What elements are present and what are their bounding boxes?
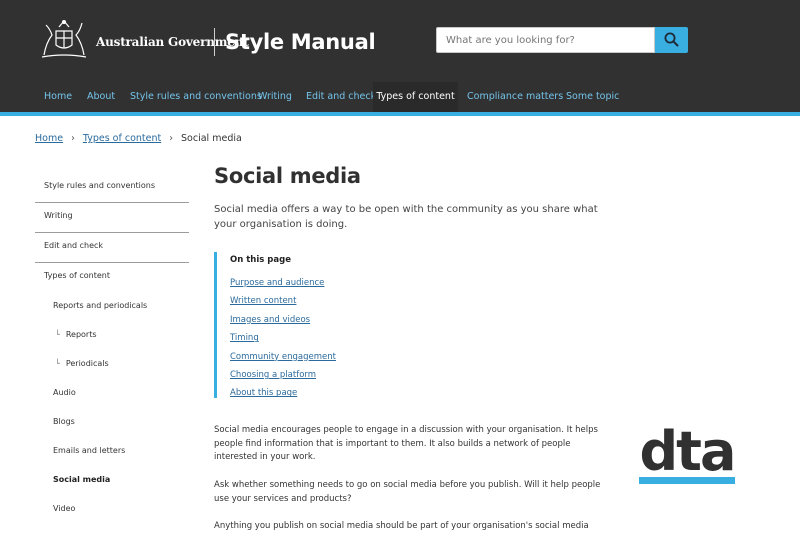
header-accent-bar [0, 112, 800, 116]
toc-link-timing[interactable]: Timing [230, 331, 594, 349]
sidebar-item-label: Reports [65, 330, 97, 339]
dta-logo-bar [639, 477, 735, 484]
coat-of-arms-icon [41, 20, 87, 58]
search-button[interactable] [655, 27, 688, 53]
site-header: Australian Government Style Manual Home … [0, 0, 800, 116]
search-input[interactable] [436, 27, 655, 53]
header-divider [214, 28, 215, 56]
page-title: Social media [214, 164, 361, 188]
search-icon [664, 32, 679, 47]
site-title[interactable]: Style Manual [225, 30, 376, 54]
sidebar-item-video[interactable]: Video [35, 496, 189, 525]
nav-compliance-matters[interactable]: Compliance matters [467, 82, 563, 112]
nav-edit-and-check[interactable]: Edit and check [306, 82, 376, 112]
indent-icon: └ [55, 330, 60, 339]
breadcrumb: Home › Types of content › Social media [35, 133, 242, 144]
breadcrumb-separator: › [71, 133, 75, 144]
toc-link-written-content[interactable]: Written content [230, 294, 594, 312]
nav-style-rules[interactable]: Style rules and conventions [130, 82, 262, 112]
body-paragraph: Anything you publish on social media sho… [214, 521, 589, 531]
on-this-page-title: On this page [230, 255, 291, 265]
lead-paragraph: Social media offers a way to be open wit… [214, 204, 598, 230]
toc-link-images-and-videos[interactable]: Images and videos [230, 313, 594, 331]
dta-logo-text: dta [640, 420, 735, 483]
sidebar-nav: Style rules and conventions Writing Edit… [35, 173, 189, 525]
sidebar-item-reports[interactable]: └ Reports [35, 322, 189, 351]
dta-logo: dta [639, 420, 736, 484]
nav-about[interactable]: About [87, 82, 115, 112]
toc-link-choosing-a-platform[interactable]: Choosing a platform [230, 368, 594, 386]
indent-icon: └ [55, 359, 60, 368]
sidebar-item-emails-and-letters[interactable]: Emails and letters [35, 438, 189, 467]
breadcrumb-home[interactable]: Home [35, 133, 63, 144]
sidebar-item-style-rules[interactable]: Style rules and conventions [35, 173, 189, 203]
sidebar-item-social-media[interactable]: Social media [35, 467, 189, 496]
breadcrumb-current: Social media [181, 133, 242, 144]
nav-some-topic[interactable]: Some topic [566, 82, 619, 112]
breadcrumb-types-of-content[interactable]: Types of content [83, 133, 161, 144]
toc-link-about-this-page[interactable]: About this page [230, 386, 594, 404]
sidebar-item-writing[interactable]: Writing [35, 203, 189, 233]
body-paragraph: Ask whether something needs to go on soc… [214, 480, 601, 504]
sidebar-item-reports-and-periodicals[interactable]: Reports and periodicals [35, 293, 189, 322]
nav-writing[interactable]: Writing [258, 82, 292, 112]
sidebar-item-blogs[interactable]: Blogs [35, 409, 189, 438]
sidebar-item-edit-and-check[interactable]: Edit and check [35, 233, 189, 263]
nav-home[interactable]: Home [44, 82, 72, 112]
body-paragraph: Social media encourages people to engage… [214, 425, 598, 462]
sidebar-item-types-of-content[interactable]: Types of content [35, 263, 189, 293]
sidebar-item-periodicals[interactable]: └ Periodicals [35, 351, 189, 380]
main-nav: Home About Style rules and conventions W… [0, 82, 800, 116]
nav-types-of-content[interactable]: Types of content [373, 82, 458, 116]
on-this-page: On this page Purpose and audience Writte… [214, 252, 594, 398]
sidebar-item-label: Periodicals [65, 359, 109, 368]
toc-link-purpose-and-audience[interactable]: Purpose and audience [230, 276, 594, 294]
sidebar-item-audio[interactable]: Audio [35, 380, 189, 409]
breadcrumb-separator: › [169, 133, 174, 144]
toc-link-community-engagement[interactable]: Community engagement [230, 350, 594, 368]
